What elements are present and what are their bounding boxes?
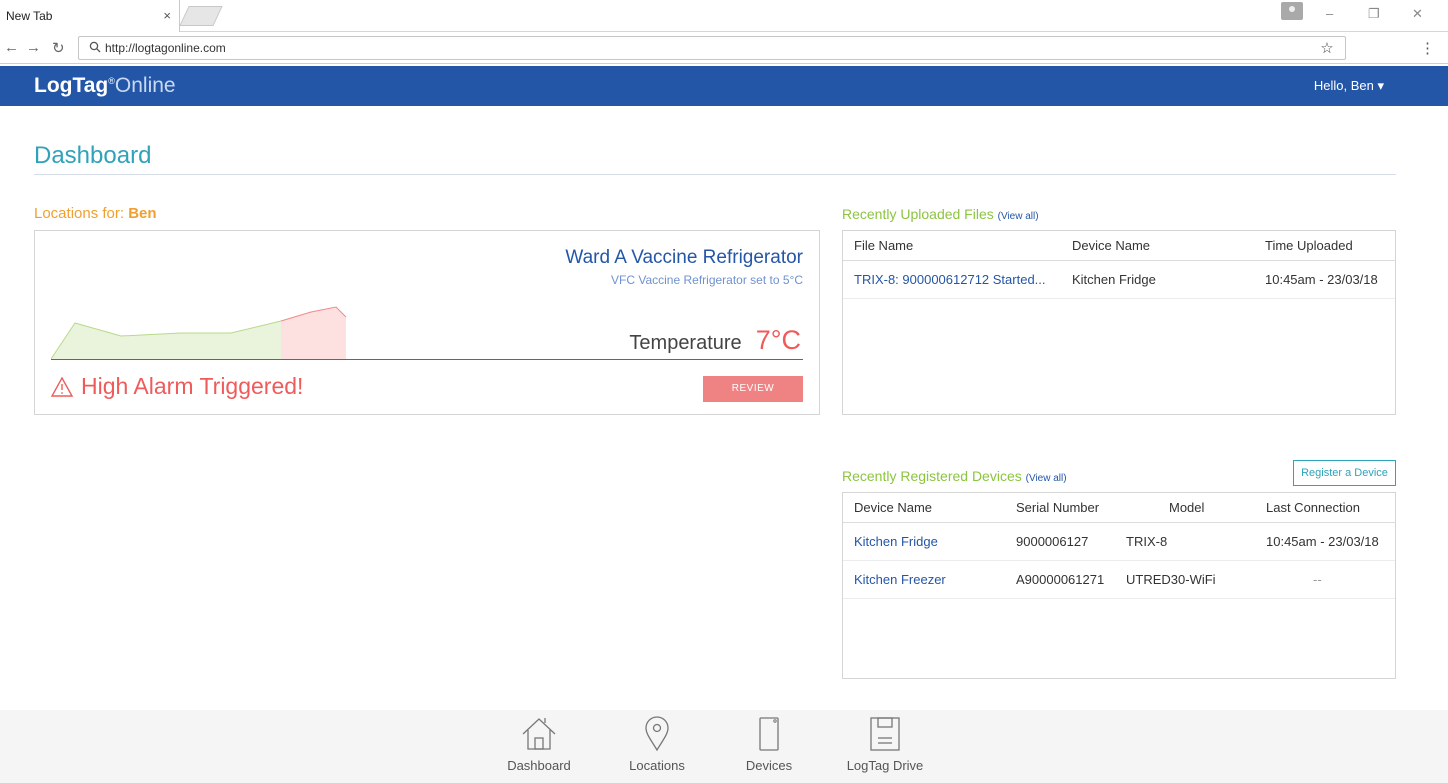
home-icon (522, 718, 556, 750)
devices-col-model: Model (1169, 500, 1205, 515)
file-time-uploaded: 10:45am - 23/03/18 (1265, 272, 1378, 287)
temperature-readout: Temperature 7°C (629, 325, 801, 356)
page-title: Dashboard (34, 142, 152, 169)
browser-address-bar: ← → ↻ ☆ ⋮ (0, 32, 1448, 64)
new-tab-button[interactable] (179, 6, 223, 26)
device-serial: 9000006127 (1016, 534, 1089, 549)
app-header: LogTag®Online Hello, Ben ▾ (0, 66, 1448, 106)
nav-logtag-drive[interactable]: LogTag Drive (840, 714, 930, 773)
browser-tab[interactable]: New Tab × (0, 0, 180, 32)
table-row[interactable]: TRIX-8: 900000612712 Started... Kitchen … (843, 261, 1395, 299)
location-card[interactable]: Ward A Vaccine Refrigerator VFC Vaccine … (34, 230, 820, 415)
device-name-link[interactable]: Kitchen Fridge (843, 534, 1005, 549)
temperature-sparkline (51, 306, 347, 360)
devices-table-header: Device Name Serial Number Model Last Con… (843, 493, 1395, 523)
sparkline-normal-area (51, 321, 281, 359)
nav-devices[interactable]: Devices (724, 714, 814, 773)
nav-locations[interactable]: Locations (612, 714, 702, 773)
register-device-button[interactable]: Register a Device (1293, 460, 1396, 486)
locations-label-prefix: Locations for: (34, 205, 129, 222)
device-serial: A90000061271 (1016, 572, 1105, 587)
nav-logtag-drive-label: LogTag Drive (846, 758, 924, 773)
logo[interactable]: LogTag®Online (34, 74, 176, 98)
logo-online: Online (114, 74, 176, 97)
files-section-label: Recently Uploaded Files (View all) (842, 206, 1039, 222)
review-button[interactable]: REVIEW (703, 376, 803, 402)
nav-dashboard[interactable]: Dashboard (494, 714, 584, 773)
profile-icon[interactable] (1281, 2, 1303, 20)
device-name-link[interactable]: Kitchen Freezer (843, 572, 1005, 587)
temperature-label: Temperature (629, 332, 742, 354)
logo-bold: LogTag (34, 74, 109, 97)
locations-label: Locations for: Ben (34, 205, 157, 222)
files-col-device-name: Device Name (1072, 238, 1151, 253)
alarm-message: High Alarm Triggered! (51, 373, 303, 400)
devices-col-device-name: Device Name (854, 500, 933, 515)
devices-view-all-link[interactable]: (View all) (1026, 473, 1067, 484)
locations-user: Ben (128, 205, 157, 222)
sparkline-alarm-area (281, 307, 346, 359)
devices-section-label: Recently Registered Devices (View all) (842, 468, 1067, 484)
chart-baseline (51, 359, 803, 360)
user-menu[interactable]: Hello, Ben ▾ (1314, 78, 1384, 94)
omnibox[interactable]: ☆ (78, 36, 1346, 60)
nav-devices-label: Devices (745, 758, 793, 773)
browser-menu-icon[interactable]: ⋮ (1420, 39, 1435, 57)
devices-table: Device Name Serial Number Model Last Con… (842, 492, 1396, 679)
url-input[interactable] (105, 41, 1315, 55)
device-last-connection: 10:45am - 23/03/18 (1266, 534, 1379, 549)
table-row[interactable]: Kitchen Fridge 9000006127 TRIX-8 10:45am… (843, 523, 1395, 561)
floppy-disk-icon (870, 717, 900, 751)
device-model: UTRED30-WiFi (1126, 572, 1216, 587)
logo-registered: ® (108, 76, 115, 86)
restore-icon[interactable]: ❐ (1368, 6, 1380, 22)
map-pin-icon (645, 716, 669, 752)
reload-icon[interactable]: ↻ (52, 39, 65, 57)
search-icon (85, 41, 105, 56)
bookmark-star-icon[interactable]: ☆ (1315, 39, 1339, 57)
devices-col-last-connection: Last Connection (1266, 500, 1360, 515)
files-table-header: File Name Device Name Time Uploaded (843, 231, 1395, 261)
nav-locations-label: Locations (629, 758, 685, 773)
bottom-nav: Dashboard Locations Devices LogTag Drive (0, 710, 1448, 783)
file-device-name: Kitchen Fridge (1072, 272, 1156, 287)
devices-col-serial: Serial Number (1016, 500, 1100, 515)
forward-icon[interactable]: → (26, 39, 41, 56)
device-model: TRIX-8 (1126, 534, 1168, 549)
warning-icon (51, 376, 73, 397)
tab-close-icon[interactable]: × (163, 8, 171, 23)
table-row[interactable]: Kitchen Freezer A90000061271 UTRED30-WiF… (843, 561, 1395, 599)
devices-title: Recently Registered Devices (842, 468, 1022, 484)
device-icon (759, 717, 779, 751)
files-title: Recently Uploaded Files (842, 206, 994, 222)
alarm-text: High Alarm Triggered! (81, 373, 304, 399)
device-last-connection: -- (1313, 572, 1322, 587)
location-subtitle: VFC Vaccine Refrigerator set to 5°C (611, 273, 803, 287)
files-table: File Name Device Name Time Uploaded TRIX… (842, 230, 1396, 415)
tab-title: New Tab (6, 9, 53, 23)
files-col-file-name: File Name (854, 238, 914, 253)
files-view-all-link[interactable]: (View all) (998, 211, 1039, 222)
title-divider (34, 174, 1396, 175)
back-icon[interactable]: ← (4, 39, 19, 56)
nav-dashboard-label: Dashboard (507, 758, 571, 773)
browser-tab-bar: New Tab × – ❐ ✕ (0, 0, 1448, 32)
location-name: Ward A Vaccine Refrigerator (565, 247, 803, 268)
window-close-icon[interactable]: ✕ (1412, 6, 1423, 22)
files-col-time-uploaded: Time Uploaded (1265, 238, 1353, 253)
minimize-icon[interactable]: – (1326, 6, 1333, 21)
temperature-value: 7°C (755, 325, 801, 355)
file-name-link[interactable]: TRIX-8: 900000612712 Started... (843, 272, 1061, 287)
